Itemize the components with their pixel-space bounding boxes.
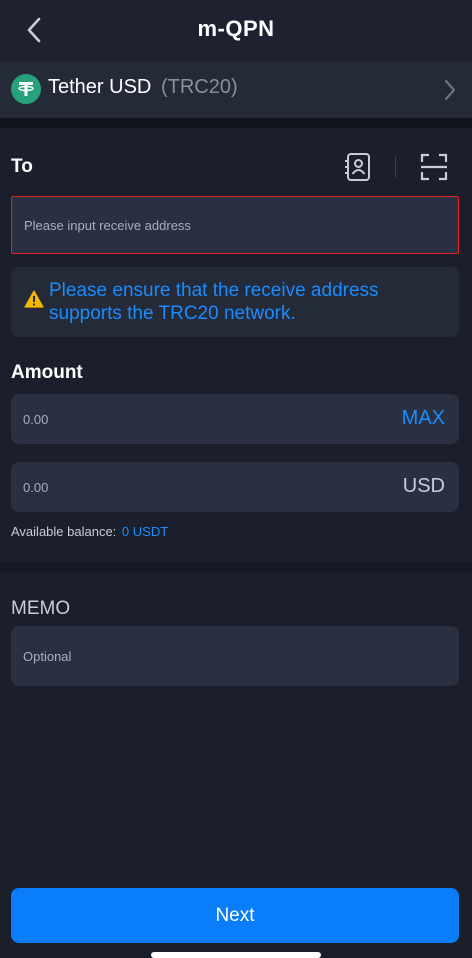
top-bar: m-QPN xyxy=(0,0,472,62)
usd-unit-label: USD xyxy=(402,475,445,497)
warning-icon xyxy=(24,290,44,308)
usd-amount-input[interactable] xyxy=(23,462,323,512)
address-book-button[interactable] xyxy=(344,152,372,182)
scan-button[interactable] xyxy=(420,153,448,181)
balance-value: 0 USDT xyxy=(121,524,169,539)
home-indicator xyxy=(151,952,321,958)
token-amount-field[interactable]: MAX xyxy=(11,394,459,444)
token-amount-input[interactable] xyxy=(23,394,323,444)
receive-address-field[interactable] xyxy=(11,196,459,254)
amount-label: Amount xyxy=(11,362,83,383)
icon-separator xyxy=(395,156,396,178)
token-name: Tether USD xyxy=(48,76,152,98)
memo-input[interactable] xyxy=(23,626,323,686)
section-divider xyxy=(0,562,472,572)
network-warning: Please ensure that the receive address s… xyxy=(11,267,459,337)
usd-amount-field[interactable]: USD xyxy=(11,462,459,512)
memo-field[interactable] xyxy=(11,626,459,686)
token-label: Tether USD (TRC20) xyxy=(48,76,238,99)
next-button[interactable]: Next xyxy=(11,888,459,943)
memo-label: MEMO xyxy=(11,598,71,619)
available-balance: Available balance: 0 USDT xyxy=(11,524,168,539)
token-network: (TRC20) xyxy=(160,76,238,98)
max-button[interactable]: MAX xyxy=(402,407,445,430)
to-label: To xyxy=(11,156,33,177)
token-selector[interactable]: Tether USD (TRC20) xyxy=(0,62,472,118)
page-title: m-QPN xyxy=(197,16,275,41)
section-divider xyxy=(0,118,472,128)
warning-text: Please ensure that the receive address s… xyxy=(49,280,379,324)
chevron-right-icon xyxy=(444,79,456,101)
scan-qr-icon xyxy=(420,153,448,181)
address-book-icon xyxy=(345,153,370,181)
receive-address-input[interactable] xyxy=(24,197,324,253)
balance-label: Available balance: xyxy=(11,524,117,539)
tether-logo-icon xyxy=(11,74,41,104)
